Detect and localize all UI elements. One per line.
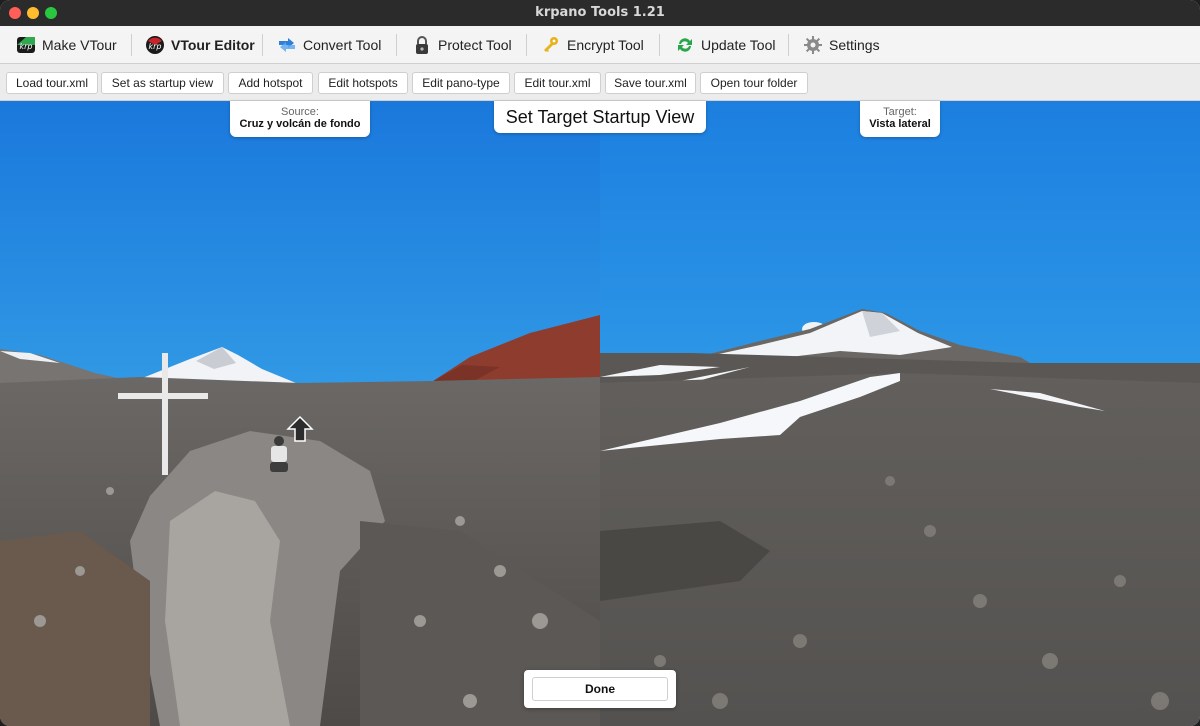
tool-encrypt[interactable]: Encrypt Tool — [541, 32, 644, 58]
load-tour-button[interactable]: Load tour.xml — [6, 72, 98, 94]
toolbar-divider — [131, 34, 132, 56]
tool-make-vtour[interactable]: krp Make VTour — [16, 32, 117, 58]
source-pano-image — [0, 101, 600, 726]
save-tour-button[interactable]: Save tour.xml — [605, 72, 696, 94]
tool-label: VTour Editor — [171, 37, 255, 53]
toolbar-divider — [659, 34, 660, 56]
window-title: krpano Tools 1.21 — [535, 5, 665, 20]
padlock-icon — [412, 35, 432, 55]
dialog-heading: Set Target Startup View — [494, 101, 706, 133]
tool-label: Settings — [829, 37, 880, 53]
key-icon — [541, 35, 561, 55]
source-tag: Source: Cruz y volcán de fondo — [230, 101, 370, 137]
source-pano-view[interactable] — [0, 101, 600, 726]
tool-update[interactable]: Update Tool — [675, 32, 775, 58]
tool-convert[interactable]: Convert Tool — [277, 32, 381, 58]
tool-vtour-editor[interactable]: krp VTour Editor — [145, 32, 255, 58]
tool-label: Convert Tool — [303, 37, 382, 53]
title-bar: krpano Tools 1.21 — [0, 0, 1200, 26]
edit-tour-xml-button[interactable]: Edit tour.xml — [514, 72, 601, 94]
refresh-arrows-icon — [675, 35, 695, 55]
add-hotspot-button[interactable]: Add hotspot — [228, 72, 313, 94]
toolbar-divider — [396, 34, 397, 56]
editor-toolbar: Load tour.xml Set as startup view Add ho… — [0, 65, 1200, 101]
target-pano-view[interactable] — [600, 101, 1200, 726]
convert-arrows-icon — [277, 35, 297, 55]
tool-label: Encrypt Tool — [567, 37, 644, 53]
tool-label: Update Tool — [701, 37, 776, 53]
target-label: Target: — [883, 106, 917, 118]
edit-hotspots-button[interactable]: Edit hotspots — [318, 72, 408, 94]
tool-label: Protect Tool — [438, 37, 512, 53]
set-startup-view-button[interactable]: Set as startup view — [101, 72, 224, 94]
done-panel: Done — [524, 670, 676, 708]
toolbar-divider — [788, 34, 789, 56]
tool-label: Make VTour — [42, 37, 117, 53]
gear-icon — [803, 35, 823, 55]
open-tour-folder-button[interactable]: Open tour folder — [700, 72, 808, 94]
svg-text:krp: krp — [20, 42, 33, 51]
toolbar-divider — [526, 34, 527, 56]
target-tag: Target: Vista lateral — [860, 101, 940, 137]
tool-protect[interactable]: Protect Tool — [412, 32, 512, 58]
target-pano-image — [600, 101, 1200, 726]
tool-settings[interactable]: Settings — [803, 32, 880, 58]
app-window: krpano Tools 1.21 krp Make VTour krp VTo… — [0, 0, 1200, 726]
source-pano-name: Cruz y volcán de fondo — [239, 118, 361, 130]
edit-pano-type-button[interactable]: Edit pano-type — [412, 72, 510, 94]
main-toolbar: krp Make VTour krp VTour Editor Convert … — [0, 26, 1200, 64]
svg-text:krp: krp — [149, 42, 162, 51]
krpano-logo-red-icon: krp — [145, 35, 165, 55]
done-button[interactable]: Done — [532, 677, 668, 701]
toolbar-divider — [262, 34, 263, 56]
source-label: Source: — [281, 106, 319, 118]
krpano-logo-green-icon: krp — [16, 35, 36, 55]
target-pano-name: Vista lateral — [869, 118, 931, 130]
